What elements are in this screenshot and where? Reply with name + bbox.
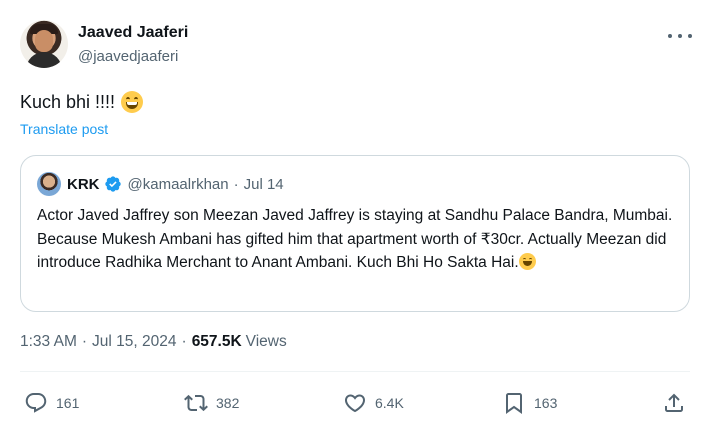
meta-separator: · — [81, 333, 88, 350]
post-time[interactable]: 1:33 AM — [20, 333, 77, 351]
meta-separator: · — [181, 333, 187, 350]
repost-button[interactable]: 382 — [184, 388, 239, 418]
reply-icon — [25, 393, 47, 413]
bookmark-icon — [506, 393, 522, 414]
author-handle[interactable]: @jaavedjaaferi — [78, 48, 178, 65]
like-count: 6.4K — [375, 395, 404, 411]
action-bar: 161 382 6.4K 163 — [20, 388, 690, 418]
quoted-author-name: KRK — [67, 175, 100, 193]
grinning-emoji-icon — [121, 91, 144, 113]
share-icon — [665, 393, 683, 412]
tweet-text-row: Kuch bhi !!!! — [20, 91, 144, 113]
tweet-text: Kuch bhi !!!! — [20, 91, 116, 112]
quoted-author-handle: @kamaalrkhan — [127, 175, 229, 193]
post-date[interactable]: Jul 15, 2024 — [92, 333, 176, 351]
views-count: 657.5K — [191, 333, 242, 350]
translate-post-link[interactable]: Translate post — [20, 121, 108, 137]
more-icon[interactable] — [668, 26, 692, 46]
share-button[interactable] — [662, 388, 686, 418]
views-label: Views — [245, 333, 287, 350]
heart-icon — [344, 394, 366, 413]
quoted-separator: · — [233, 175, 239, 193]
like-button[interactable]: 6.4K — [343, 388, 404, 418]
quoted-post-card[interactable]: KRK @kamaalrkhan · Jul 14 Actor Javed Ja… — [20, 155, 690, 312]
quoted-post-date: Jul 14 — [243, 175, 284, 193]
grinning-emoji-icon — [518, 253, 536, 271]
repost-icon — [184, 394, 208, 412]
post-meta: 1:33 AM · Jul 15, 2024 · 657.5K Views — [20, 333, 287, 351]
reply-count: 161 — [56, 395, 80, 411]
quoted-post-body: Actor Javed Jaffrey son Meezan Javed Jaf… — [37, 207, 673, 272]
author-avatar[interactable] — [20, 20, 68, 68]
quoted-author-avatar — [37, 172, 61, 196]
repost-count: 382 — [216, 395, 240, 411]
divider — [20, 371, 690, 372]
avatar-face — [35, 30, 53, 52]
quoted-post-header: KRK @kamaalrkhan · Jul 14 — [67, 175, 284, 193]
author-name[interactable]: Jaaved Jaaferi — [78, 24, 188, 42]
quoted-post-body-wrap: Actor Javed Jaffrey son Meezan Javed Jaf… — [37, 204, 677, 275]
verified-badge-icon — [104, 176, 121, 192]
bookmark-count: 163 — [534, 395, 558, 411]
bookmark-button[interactable]: 163 — [502, 388, 557, 418]
avatar-shoulders — [26, 52, 62, 68]
reply-button[interactable]: 161 — [24, 388, 79, 418]
